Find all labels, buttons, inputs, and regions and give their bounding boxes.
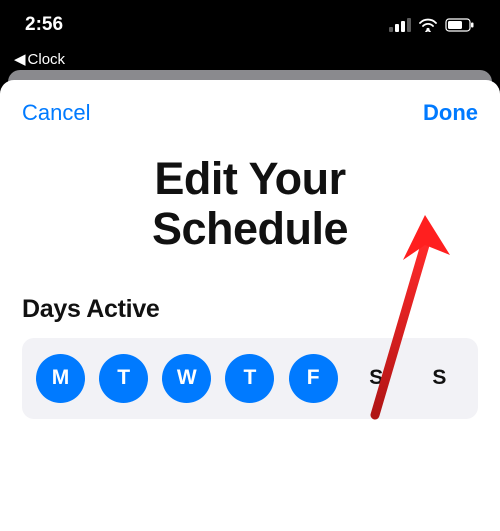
status-time: 2:56: [25, 14, 63, 36]
day-saturday[interactable]: S: [352, 354, 401, 403]
nav-bar: Cancel Done: [0, 80, 500, 136]
done-button[interactable]: Done: [423, 100, 478, 126]
day-thursday[interactable]: T: [225, 354, 274, 403]
battery-icon: [445, 18, 475, 32]
day-wednesday[interactable]: W: [162, 354, 211, 403]
cellular-icon: [389, 18, 411, 32]
title-line-1: Edit Your: [154, 153, 345, 204]
page-title: Edit Your Schedule: [60, 154, 440, 255]
back-app-label: Clock: [28, 51, 66, 68]
day-friday[interactable]: F: [289, 354, 338, 403]
days-active-section: Days Active M T W T F S S: [0, 295, 500, 419]
status-indicators: [389, 18, 475, 32]
days-row: M T W T F S S: [22, 338, 478, 419]
back-caret-icon: ◀︎: [14, 50, 26, 68]
day-monday[interactable]: M: [36, 354, 85, 403]
days-active-label: Days Active: [22, 295, 478, 324]
day-sunday[interactable]: S: [415, 354, 464, 403]
status-bar: 2:56: [0, 0, 500, 50]
day-tuesday[interactable]: T: [99, 354, 148, 403]
title-line-2: Schedule: [152, 203, 348, 254]
page-title-wrap: Edit Your Schedule: [0, 136, 500, 295]
wifi-icon: [418, 18, 438, 32]
cancel-button[interactable]: Cancel: [22, 100, 90, 126]
modal-sheet: Cancel Done Edit Your Schedule Days Acti…: [0, 80, 500, 531]
